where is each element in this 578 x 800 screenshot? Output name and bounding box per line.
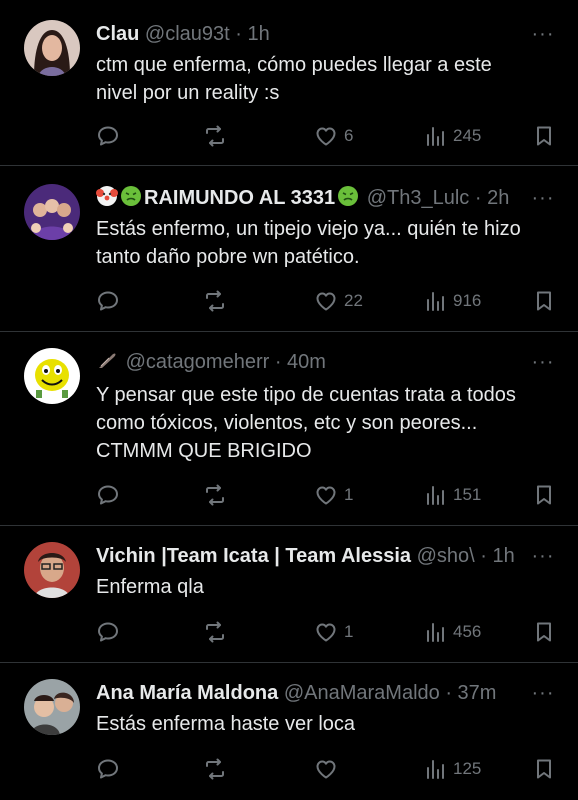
tweet-text: Estás enferma haste ver loca [96,713,356,735]
reply-button[interactable] [96,286,126,316]
more-options-icon[interactable]: ··· [530,184,556,212]
timestamp[interactable]: · 1h [235,23,269,45]
tweet[interactable]: Clau @clau93t · 1h ··· ctm que enferma, … [0,0,578,166]
view-count: 456 [453,622,482,641]
analytics-icon [427,486,444,505]
display-name[interactable]: Vichin |Team Icata | Team Alessia [96,545,411,567]
avatar[interactable] [24,348,80,404]
tweet[interactable]: RAIMUNDO AL 3331 @Th3_Lulc · 2h ··· Está… [0,166,578,332]
views-button[interactable]: 916 [423,286,481,316]
views-button[interactable]: 245 [423,121,481,151]
nauseated-face-icon [120,185,142,207]
reply-icon [98,291,118,311]
reply-button[interactable] [96,617,126,647]
reply-icon [98,485,118,505]
view-count: 245 [453,126,482,145]
bookmark-icon [537,126,551,146]
feather-emoji-icon [96,349,118,371]
tweet[interactable]: Ana María Maldona @AnaMaraMaldo · 37m ··… [0,663,578,800]
username[interactable]: @AnaMaraMaldo [284,682,440,704]
analytics-icon [427,623,444,642]
more-options-icon[interactable]: ··· [530,348,556,376]
display-name[interactable]: Ana María Maldona [96,682,278,704]
username[interactable]: @sho\ [417,545,475,567]
username[interactable]: @clau93t [145,23,230,45]
reply-icon [98,622,118,642]
bookmark-icon [537,622,551,642]
analytics-icon [427,127,444,146]
view-count: 916 [453,291,482,310]
reply-icon [98,126,118,146]
reply-icon [98,759,118,779]
tweet[interactable]: @catagomeherr · 40m ··· Y pensar que est… [0,332,578,526]
views-button[interactable]: 456 [423,617,481,647]
retweet-button[interactable] [203,617,233,647]
retweet-button[interactable] [203,480,233,510]
views-button[interactable]: 125 [423,754,481,784]
timestamp[interactable]: · 40m [275,351,326,373]
retweet-button[interactable] [203,121,233,151]
like-button[interactable] [314,754,344,784]
like-count: 6 [344,126,354,145]
like-button[interactable]: 1 [314,480,353,510]
username[interactable]: @catagomeherr [126,351,270,373]
bookmark-button[interactable] [532,286,556,316]
like-button[interactable]: 22 [314,286,363,316]
retweet-button[interactable] [203,754,233,784]
more-options-icon[interactable]: ··· [530,542,556,570]
heart-icon [316,623,336,642]
reply-button[interactable] [96,754,126,784]
views-button[interactable]: 151 [423,480,481,510]
retweet-icon [206,621,224,643]
display-name[interactable]: Clau [96,23,139,45]
bookmark-icon [537,485,551,505]
heart-icon [316,760,336,779]
like-count: 1 [344,485,354,504]
retweet-icon [206,290,224,312]
reply-button[interactable] [96,121,126,151]
retweet-button[interactable] [203,286,233,316]
tweet-text: Y pensar que este tipo de cuentas trata … [96,384,516,462]
view-count: 125 [453,759,482,778]
avatar[interactable] [24,20,80,76]
timestamp[interactable]: · 2h [475,187,509,209]
username[interactable]: @Th3_Lulc [367,187,470,209]
bookmark-button[interactable] [532,754,556,784]
more-options-icon[interactable]: ··· [530,20,556,48]
avatar[interactable] [24,679,80,735]
bookmark-button[interactable] [532,121,556,151]
like-button[interactable]: 1 [314,617,353,647]
view-count: 151 [453,485,482,504]
bookmark-icon [537,291,551,311]
retweet-icon [206,125,224,147]
analytics-icon [427,292,444,311]
retweet-icon [206,484,224,506]
avatar[interactable] [24,542,80,598]
bookmark-icon [537,759,551,779]
like-button[interactable]: 6 [314,121,353,151]
reply-button[interactable] [96,480,126,510]
bookmark-button[interactable] [532,617,556,647]
timestamp[interactable]: · 37m [445,682,496,704]
heart-icon [316,486,336,505]
avatar[interactable] [24,184,80,240]
tweet-text: Estás enfermo, un tipejo viejo ya... qui… [96,218,521,268]
heart-icon [316,292,336,311]
display-name[interactable]: RAIMUNDO AL 3331 [144,187,335,209]
retweet-icon [206,758,224,780]
heart-icon [316,127,336,146]
timestamp[interactable]: · 1h [480,545,514,567]
like-count: 22 [344,291,363,310]
clown-emoji-icon [96,185,118,207]
more-options-icon[interactable]: ··· [530,679,556,707]
like-count: 1 [344,622,354,641]
nauseated-face-icon [337,185,359,207]
tweet[interactable]: Vichin |Team Icata | Team Alessia @sho\ … [0,526,578,663]
bookmark-button[interactable] [532,480,556,510]
analytics-icon [427,760,444,779]
tweet-text: Enferma qla [96,576,204,598]
tweet-text: ctm que enferma, cómo puedes llegar a es… [96,54,492,104]
